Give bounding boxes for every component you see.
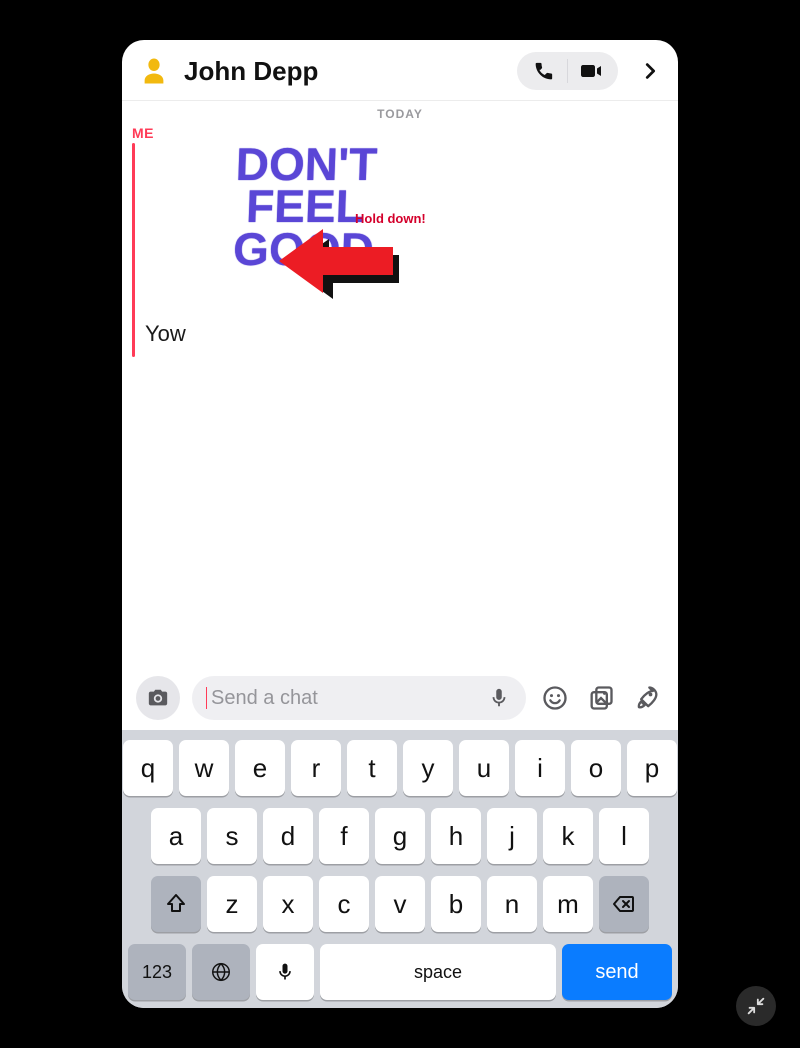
arrow-icon [275,221,405,301]
collapse-icon [745,995,767,1017]
camera-button[interactable] [136,676,180,720]
key-p[interactable]: p [627,740,677,796]
key-g[interactable]: g [375,808,425,864]
keyboard-row-2: asdfghjkl [128,808,672,864]
key-x[interactable]: x [263,876,313,932]
key-u[interactable]: u [459,740,509,796]
keyboard-row-3: zxcvbnm [128,876,672,932]
sender-label: ME [132,125,678,141]
message-thread: DON'T FEEL GOOD Hold down! Yow [132,143,678,357]
key-c[interactable]: c [319,876,369,932]
key-t[interactable]: t [347,740,397,796]
chat-screen: John Depp TODAY ME DON'T FEEL [122,40,678,1008]
cards-icon [587,684,615,712]
memories-button[interactable] [584,681,618,715]
backspace-icon [612,892,636,916]
key-q[interactable]: q [123,740,173,796]
chevron-right-icon [639,60,661,82]
phone-icon [533,60,555,82]
collapse-button[interactable] [736,986,776,1026]
mic-icon [488,687,510,709]
chat-body: TODAY ME DON'T FEEL GOOD [122,101,678,668]
key-b[interactable]: b [431,876,481,932]
key-i[interactable]: i [515,740,565,796]
sticker-message[interactable]: DON'T FEEL GOOD Hold down! [145,143,465,313]
annotation-arrow [275,221,405,306]
key-l[interactable]: l [599,808,649,864]
send-key[interactable]: send [562,944,672,1000]
chat-composer: Send a chat [122,668,678,730]
key-n[interactable]: n [487,876,537,932]
chat-input-placeholder: Send a chat [211,687,486,710]
chat-header: John Depp [122,40,678,101]
video-icon [579,59,603,83]
globe-key[interactable] [192,944,250,1000]
space-key[interactable]: space [320,944,556,1000]
chat-details-button[interactable] [636,57,664,85]
contact-name[interactable]: John Depp [184,56,318,87]
avatar[interactable] [136,53,172,89]
text-caret [206,687,207,709]
key-a[interactable]: a [151,808,201,864]
chat-input[interactable]: Send a chat [192,676,526,720]
dictation-key[interactable] [256,944,314,1000]
rocket-icon [633,684,661,712]
numbers-key[interactable]: 123 [128,944,186,1000]
key-j[interactable]: j [487,808,537,864]
person-icon [139,56,169,86]
video-call-button[interactable] [568,56,614,86]
shift-icon [164,892,188,916]
text-message[interactable]: Yow [145,321,465,347]
sender-bar [132,143,135,357]
keyboard-row-1: qwertyuiop [128,740,672,796]
key-r[interactable]: r [291,740,341,796]
key-w[interactable]: w [179,740,229,796]
keyboard-row-4: 123 space send [128,944,672,1000]
stickers-button[interactable] [538,681,572,715]
audio-call-button[interactable] [521,56,567,86]
rocket-button[interactable] [630,681,664,715]
globe-icon [210,961,232,983]
day-label: TODAY [122,107,678,121]
voice-note-button[interactable] [486,685,512,711]
call-controls [517,52,618,90]
key-k[interactable]: k [543,808,593,864]
key-s[interactable]: s [207,808,257,864]
backspace-key[interactable] [599,876,649,932]
mic-icon [275,962,295,982]
keyboard: qwertyuiop asdfghjkl zxcvbnm 123 space s… [122,730,678,1008]
key-f[interactable]: f [319,808,369,864]
shift-key[interactable] [151,876,201,932]
key-d[interactable]: d [263,808,313,864]
key-m[interactable]: m [543,876,593,932]
key-h[interactable]: h [431,808,481,864]
annotation-text: Hold down! [355,211,426,226]
smiley-icon [541,684,569,712]
sticker-line: DON'T [146,143,467,185]
key-v[interactable]: v [375,876,425,932]
key-e[interactable]: e [235,740,285,796]
key-o[interactable]: o [571,740,621,796]
key-z[interactable]: z [207,876,257,932]
camera-icon [147,687,169,709]
key-y[interactable]: y [403,740,453,796]
